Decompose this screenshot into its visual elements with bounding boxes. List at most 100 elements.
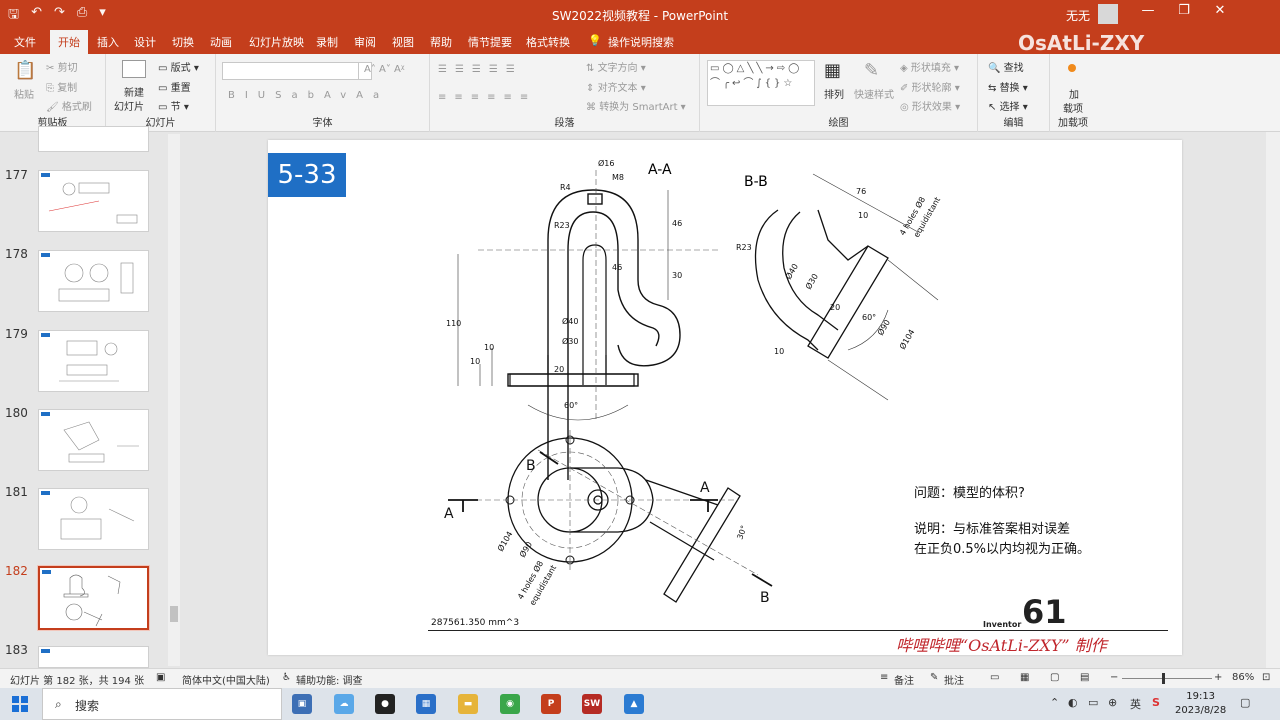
quick-styles-icon[interactable]: ✎: [864, 60, 879, 81]
notification-icon[interactable]: ▢: [1240, 696, 1250, 709]
shape-fill-button[interactable]: ◈ 形状填充 ▾: [900, 59, 959, 74]
system-clock[interactable]: 19:13 2023/8/28: [1175, 690, 1226, 718]
comments-button[interactable]: 批注: [944, 672, 964, 687]
tab-review[interactable]: 审阅: [354, 34, 376, 50]
find-button[interactable]: 🔍 查找: [988, 59, 1024, 74]
new-slide-icon[interactable]: [122, 60, 146, 78]
list-buttons[interactable]: ☰☰☰☰☰: [438, 64, 523, 75]
close-button[interactable]: ✕: [1202, 3, 1238, 18]
normal-view-icon[interactable]: ▭: [990, 672, 999, 683]
addin-icon[interactable]: [1068, 64, 1076, 72]
restore-button[interactable]: ❐: [1166, 3, 1202, 18]
quick-styles-button[interactable]: 快速样式: [854, 86, 894, 101]
customize-icon[interactable]: ▾: [99, 5, 106, 27]
tray-icon-1[interactable]: ◐: [1068, 696, 1078, 709]
network-icon[interactable]: ⊕: [1108, 696, 1117, 709]
tab-file[interactable]: 文件: [14, 34, 36, 50]
reset-button[interactable]: ▭ 重置: [158, 79, 191, 94]
cloud-app-icon[interactable]: ☁: [334, 694, 354, 714]
minimize-button[interactable]: —: [1130, 3, 1166, 18]
chrome-icon[interactable]: ◉: [500, 694, 520, 714]
start-button[interactable]: [12, 696, 28, 712]
arrange-button[interactable]: 排列: [824, 86, 844, 101]
smartart-button[interactable]: ⌘ 转换为 SmartArt ▾: [586, 98, 686, 113]
ime-indicator[interactable]: 英: [1130, 696, 1141, 712]
task-view-icon[interactable]: ▣: [292, 694, 312, 714]
paste-icon[interactable]: 📋: [14, 60, 36, 81]
section-button[interactable]: ▭ 节 ▾: [158, 98, 189, 113]
paste-button[interactable]: 粘贴: [14, 86, 34, 101]
copy-button[interactable]: ⎘ 复制: [46, 79, 77, 94]
tab-view[interactable]: 视图: [392, 34, 414, 50]
zoom-level[interactable]: 86%: [1232, 672, 1254, 683]
tab-storyboard[interactable]: 情节提要: [468, 34, 512, 50]
avatar[interactable]: [1098, 4, 1118, 24]
user-name[interactable]: 无无: [1066, 7, 1090, 24]
sogou-ime-icon[interactable]: S: [1152, 696, 1160, 709]
tray-overflow-icon[interactable]: ⌃: [1050, 696, 1059, 709]
undo-icon[interactable]: ↶: [31, 5, 42, 27]
tab-home[interactable]: 开始: [50, 30, 88, 54]
accessibility-status[interactable]: 辅助功能: 调查: [296, 672, 363, 687]
replace-button[interactable]: ⇆ 替换 ▾: [988, 79, 1028, 94]
zoom-slider-thumb[interactable]: [1162, 673, 1165, 684]
slideshow-icon[interactable]: ▤: [1080, 672, 1089, 683]
slide-thumbnail[interactable]: [38, 409, 149, 471]
shape-outline-button[interactable]: ✐ 形状轮廓 ▾: [900, 79, 960, 94]
slide-thumbnail[interactable]: [38, 646, 149, 668]
zoom-in-button[interactable]: +: [1214, 672, 1222, 683]
calculator-icon[interactable]: ▦: [416, 694, 436, 714]
text-direction-button[interactable]: ⇅ 文字方向 ▾: [586, 59, 646, 74]
select-button[interactable]: ↖ 选择 ▾: [988, 98, 1028, 113]
photos-icon[interactable]: ▲: [624, 694, 644, 714]
file-explorer-icon[interactable]: ▬: [458, 694, 478, 714]
slide-thumbnail[interactable]: [38, 330, 149, 392]
new-slide-button-2[interactable]: 幻灯片: [114, 98, 144, 113]
zoom-slider[interactable]: [1122, 678, 1212, 679]
reading-view-icon[interactable]: ▢: [1050, 672, 1059, 683]
fit-slide-icon[interactable]: ⊡: [1262, 672, 1270, 683]
editor-scrollbar[interactable]: [1266, 132, 1280, 668]
slide-thumbnail-active[interactable]: [37, 565, 150, 631]
new-slide-button[interactable]: 新建: [124, 84, 144, 99]
slide-thumbnail-176[interactable]: [38, 126, 149, 152]
tab-animations[interactable]: 动画: [210, 34, 232, 50]
solidworks-icon[interactable]: SW: [582, 694, 602, 714]
align-buttons[interactable]: ≡≡≡≡≡≡: [438, 92, 536, 103]
align-text-button[interactable]: ⇕ 对齐文本 ▾: [586, 79, 646, 94]
font-format-buttons[interactable]: BIUSabAvAa: [228, 90, 389, 101]
tab-slideshow[interactable]: 幻灯片放映: [249, 34, 304, 50]
notes-button[interactable]: 备注: [894, 672, 914, 687]
tell-me-search[interactable]: 操作说明搜索: [608, 34, 674, 50]
slide-thumbnail[interactable]: [38, 250, 149, 312]
slide-thumbnail[interactable]: [38, 488, 149, 550]
cut-button[interactable]: ✂ 剪切: [46, 59, 78, 74]
taskbar-search[interactable]: ⌕ 搜索: [42, 688, 282, 720]
slide-panel-scrollbar[interactable]: [168, 134, 180, 666]
tab-format-convert[interactable]: 格式转换: [526, 34, 570, 50]
format-painter-button[interactable]: 🖌 格式刷: [46, 98, 92, 113]
arrange-icon[interactable]: ▦: [824, 60, 841, 81]
shapes-gallery[interactable]: ▭◯△╲╲→⇨◯ ⌒╭↩⌒∫{}☆: [707, 60, 815, 106]
slide-thumbnail[interactable]: [38, 170, 149, 232]
tray-icon-2[interactable]: ▭: [1088, 696, 1098, 709]
tab-record[interactable]: 录制: [316, 34, 338, 50]
present-icon[interactable]: ⎙: [77, 5, 87, 27]
scrollbar-thumb[interactable]: [170, 606, 178, 622]
slide-canvas[interactable]: 5-33 Ø16 M8 R4 R23 46 46 30 110 10 10 Ø4…: [268, 140, 1182, 655]
tab-insert[interactable]: 插入: [97, 34, 119, 50]
addin-button-2[interactable]: 载项: [1063, 100, 1083, 115]
language-indicator[interactable]: 简体中文(中国大陆): [182, 672, 270, 687]
layout-button[interactable]: ▭ 版式 ▾: [158, 59, 199, 74]
zoom-out-button[interactable]: −: [1110, 672, 1118, 683]
redo-icon[interactable]: ↷: [54, 5, 65, 27]
addin-button[interactable]: 加: [1069, 86, 1079, 101]
font-name-combo[interactable]: [222, 62, 360, 80]
tab-design[interactable]: 设计: [134, 34, 156, 50]
spellcheck-icon[interactable]: ▣: [156, 672, 165, 683]
powerpoint-icon[interactable]: P: [541, 694, 561, 714]
slide-sorter-icon[interactable]: ▦: [1020, 672, 1029, 683]
save-icon[interactable]: 🖫: [8, 5, 19, 27]
font-size-controls[interactable]: A˄ A˅ Aᵡ: [364, 64, 405, 75]
shape-effects-button[interactable]: ◎ 形状效果 ▾: [900, 98, 960, 113]
